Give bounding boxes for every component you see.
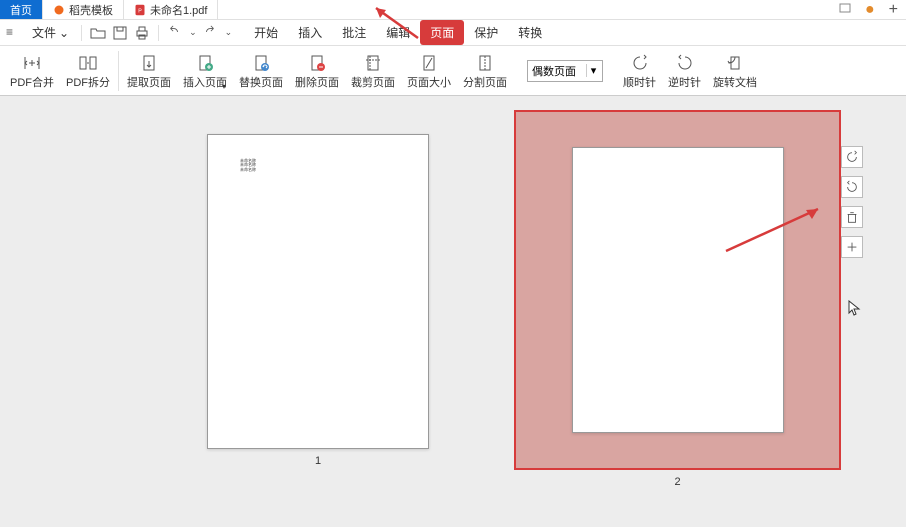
extract-icon: [139, 52, 159, 74]
chevron-down-icon: ⌄: [59, 26, 69, 40]
tab-bar: 首页 稻壳模板 P 未命名1.pdf ● +: [0, 0, 906, 20]
split-page-button[interactable]: 分割页面: [457, 48, 513, 94]
replace-label: 替换页面: [239, 74, 283, 90]
page-frame: [572, 147, 784, 433]
menu-tab-convert[interactable]: 转换: [508, 20, 552, 45]
pdf-merge-button[interactable]: PDF合并: [4, 48, 60, 94]
tab-template[interactable]: 稻壳模板: [43, 0, 124, 19]
rotate-ccw-float-button[interactable]: [841, 176, 863, 198]
merge-icon: [22, 52, 42, 74]
insert-label: 插入页面: [183, 74, 227, 90]
rotate-ccw-icon: [675, 52, 695, 74]
delete-page-button[interactable]: 删除页面: [289, 48, 345, 94]
selection-frame: [514, 110, 841, 470]
menu-tab-insert[interactable]: 插入: [288, 20, 332, 45]
file-menu[interactable]: 文件 ⌄: [28, 24, 73, 41]
replace-page-button[interactable]: 替换页面: [233, 48, 289, 94]
menu-tabs: 开始 插入 批注 编辑 页面 保护 转换: [244, 20, 552, 45]
new-tab-button[interactable]: +: [889, 1, 898, 19]
tab-home-label: 首页: [10, 2, 32, 18]
menu-tab-protect[interactable]: 保护: [464, 20, 508, 45]
separator: [81, 25, 82, 41]
tab-doc-label: 未命名1.pdf: [150, 2, 207, 18]
window-icon[interactable]: [839, 1, 851, 19]
pdf-split-label: PDF拆分: [66, 74, 110, 90]
separator: [118, 51, 119, 91]
delete-label: 删除页面: [295, 74, 339, 90]
page-number: 1: [207, 455, 429, 467]
splitpage-icon: [475, 52, 495, 74]
chevron-down-icon: ▾: [586, 64, 600, 77]
menu-tab-annotate[interactable]: 批注: [332, 20, 376, 45]
page-thumb-2-selected[interactable]: 2: [514, 110, 841, 488]
delete-icon: [307, 52, 327, 74]
rotate-cw-icon: [630, 52, 650, 74]
rotate-cw-button[interactable]: 顺时针: [617, 48, 662, 94]
tab-right-actions: ● +: [831, 0, 906, 19]
page-frame: 未命名称 未命名称 未命名称: [207, 134, 429, 449]
rotate-doc-label: 旋转文档: [713, 74, 757, 90]
extract-label: 提取页面: [127, 74, 171, 90]
splitpage-label: 分割页面: [463, 74, 507, 90]
crop-page-button[interactable]: 裁剪页面: [345, 48, 401, 94]
insert-page-button[interactable]: 插入页面 ▾: [177, 48, 233, 94]
page-thumb-1[interactable]: 未命名称 未命名称 未命名称 1: [207, 134, 429, 467]
canvas-area: 未命名称 未命名称 未命名称 1 2: [0, 96, 906, 527]
file-label: 文件: [32, 24, 56, 41]
pdf-icon: P: [134, 4, 146, 16]
rotate-doc-button[interactable]: 旋转文档: [707, 48, 763, 94]
rotate-doc-icon: [725, 52, 745, 74]
float-actions: [841, 146, 863, 258]
menu-bar: ≡ 文件 ⌄ ⌄ ⌄ 开始 插入 批注 编辑 页面 保护 转换: [0, 20, 906, 46]
open-icon[interactable]: [90, 25, 106, 41]
add-float-button[interactable]: [841, 236, 863, 258]
template-icon: [53, 4, 65, 16]
pdf-merge-label: PDF合并: [10, 74, 54, 90]
rotate-ccw-button[interactable]: 逆时针: [662, 48, 707, 94]
svg-text:P: P: [138, 8, 142, 14]
redo-icon[interactable]: [203, 25, 219, 41]
menu-icon[interactable]: ≡: [6, 25, 22, 41]
rotate-cw-float-button[interactable]: [841, 146, 863, 168]
crop-icon: [363, 52, 383, 74]
extract-page-button[interactable]: 提取页面: [121, 48, 177, 94]
cw-label: 顺时针: [623, 74, 656, 90]
menu-left: ≡ 文件 ⌄ ⌄ ⌄: [6, 24, 232, 41]
separator: [158, 25, 159, 41]
page-size-button[interactable]: 页面大小: [401, 48, 457, 94]
menu-tab-page[interactable]: 页面: [420, 20, 464, 45]
chevron-down-icon[interactable]: ⌄: [225, 27, 233, 38]
split-icon: [78, 52, 98, 74]
ribbon: PDF合并 PDF拆分 提取页面 插入页面 ▾ 替换页面 删除页面 裁剪页面 页…: [0, 46, 906, 96]
print-icon[interactable]: [134, 25, 150, 41]
save-icon[interactable]: [112, 25, 128, 41]
cursor-icon: [848, 300, 862, 319]
undo-icon[interactable]: [167, 25, 183, 41]
dot-icon[interactable]: ●: [865, 1, 875, 19]
page-filter-dropdown[interactable]: 偶数页面 ▾: [527, 60, 603, 82]
size-icon: [419, 52, 439, 74]
ccw-label: 逆时针: [668, 74, 701, 90]
replace-icon: [251, 52, 271, 74]
chevron-down-icon: ▾: [222, 82, 226, 91]
delete-float-button[interactable]: [841, 206, 863, 228]
page-text: 未命名称 未命名称 未命名称: [240, 159, 256, 172]
pdf-split-button[interactable]: PDF拆分: [60, 48, 116, 94]
menu-tab-edit[interactable]: 编辑: [376, 20, 420, 45]
size-label: 页面大小: [407, 74, 451, 90]
dropdown-value: 偶数页面: [532, 63, 576, 79]
insert-icon: [195, 52, 215, 74]
chevron-down-icon[interactable]: ⌄: [189, 27, 197, 38]
crop-label: 裁剪页面: [351, 74, 395, 90]
tab-home[interactable]: 首页: [0, 0, 43, 19]
ribbon-mid: 偶数页面 ▾: [527, 60, 603, 82]
tab-template-label: 稻壳模板: [69, 2, 113, 18]
menu-tab-start[interactable]: 开始: [244, 20, 288, 45]
page-number: 2: [514, 476, 841, 488]
tab-doc[interactable]: P 未命名1.pdf: [124, 0, 218, 19]
